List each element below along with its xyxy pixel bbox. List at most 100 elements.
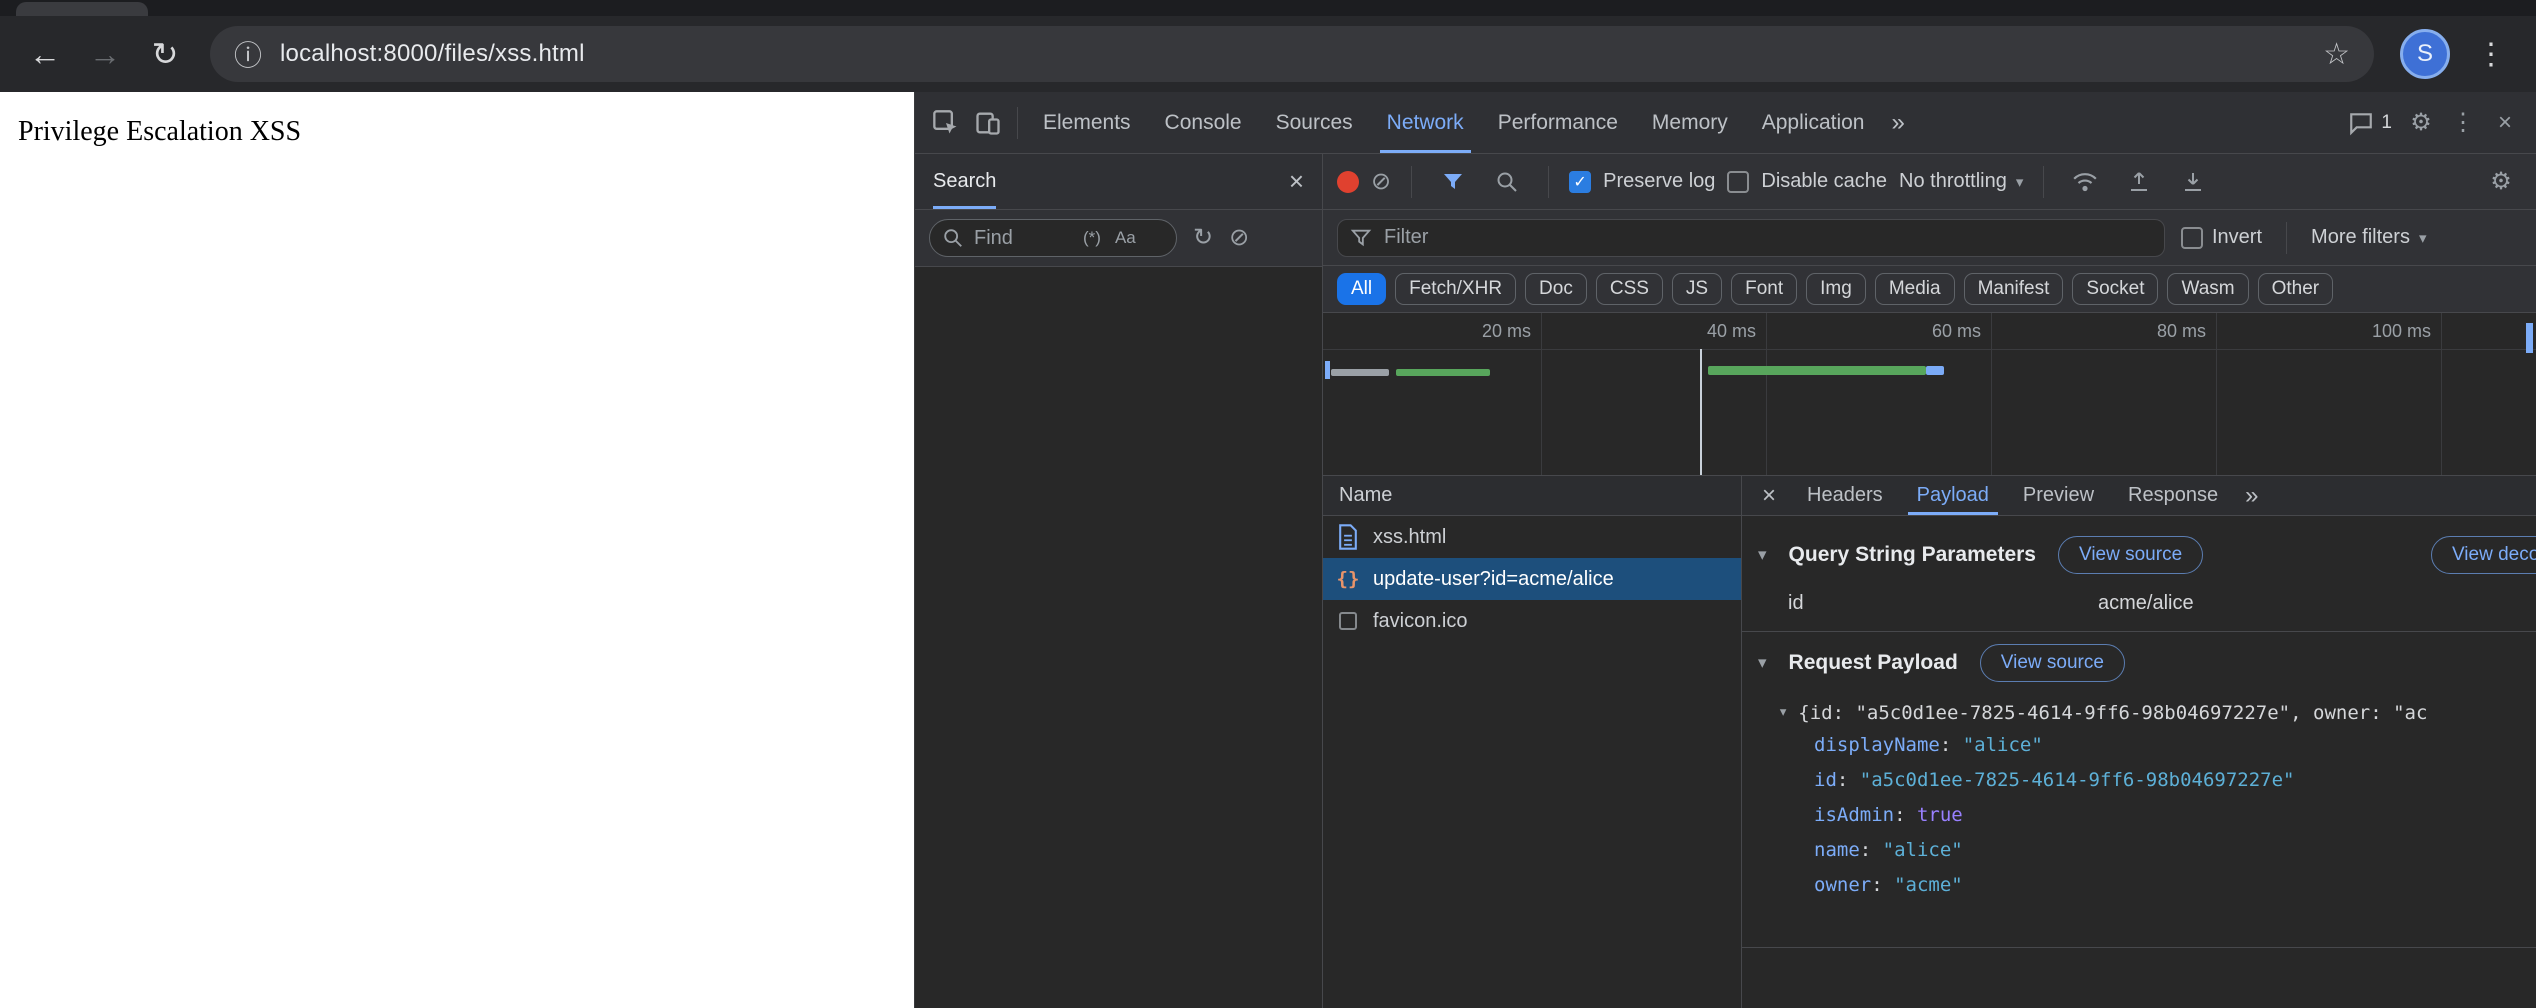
more-tabs-icon[interactable]: » [1881,109,1914,137]
reload-icon[interactable]: ↻ [138,27,192,81]
json-property[interactable]: isAdmin: true [1814,798,2520,833]
name-column-header[interactable]: Name [1323,476,1741,516]
tab-application[interactable]: Application [1745,92,1882,153]
request-name: favicon.ico [1373,609,1468,632]
page-title: Privilege Escalation XSS [18,116,302,147]
devtools-close-icon[interactable]: × [2484,102,2526,144]
view-source-button[interactable]: View source [1979,644,2125,682]
details-close-icon[interactable]: × [1748,482,1790,510]
address-bar[interactable]: ⓘ localhost:8000/files/xss.html ☆ [210,26,2374,82]
payload-content: ▾ Query String Parameters View source Vi… [1742,516,2536,1008]
network-conditions-icon[interactable] [2064,161,2106,203]
request-name: xss.html [1373,525,1447,548]
browser-chrome: ← → ↻ ⓘ localhost:8000/files/xss.html ☆ … [0,0,2536,92]
pill-font[interactable]: Font [1731,273,1798,305]
network-settings-icon[interactable]: ⚙ [2480,161,2522,203]
details-tabbar: × Headers Payload Preview Response » [1742,476,2536,516]
find-field[interactable]: (*) Aa [929,219,1177,257]
filter-field[interactable] [1337,218,2165,257]
profile-avatar[interactable]: S [2400,29,2450,79]
search-refresh-icon[interactable]: ↻ [1193,226,1213,250]
tab-memory[interactable]: Memory [1635,92,1745,153]
param-key: id [1788,592,1804,614]
time-label: 80 ms [2156,321,2206,341]
pill-js[interactable]: JS [1671,273,1723,305]
match-case-toggle[interactable]: Aa [1112,226,1139,250]
tab-console[interactable]: Console [1148,92,1259,153]
devtools-menu-icon[interactable]: ⋮ [2442,102,2484,144]
pill-fetch-xhr[interactable]: Fetch/XHR [1395,273,1517,305]
search-results-area [915,267,1322,1008]
tab-headers[interactable]: Headers [1790,476,1900,515]
request-row[interactable]: favicon.ico [1323,600,1741,642]
json-root-line[interactable]: ▾ {id: "a5c0d1ee-7825-4614-9ff6-98b04697… [1742,694,2536,724]
devtools-settings-icon[interactable]: ⚙ [2400,102,2442,144]
site-info-icon[interactable]: ⓘ [234,34,262,74]
pill-manifest[interactable]: Manifest [1963,273,2064,305]
pill-other[interactable]: Other [2257,273,2334,305]
network-search-icon[interactable] [1486,161,1528,203]
tab-response[interactable]: Response [2111,476,2235,515]
pill-socket[interactable]: Socket [2072,273,2159,305]
tab-elements[interactable]: Elements [1026,92,1148,153]
invert-checkbox-group[interactable]: Invert [2181,226,2262,249]
json-property[interactable]: id: "a5c0d1ee-7825-4614-9ff6-98b04697227… [1814,763,2520,798]
request-row-selected[interactable]: {} update-user?id=acme/alice [1323,558,1741,600]
tab-sources[interactable]: Sources [1259,92,1370,153]
search-clear-icon[interactable]: ⊘ [1229,226,1249,250]
json-property[interactable]: owner: "acme" [1814,868,2520,903]
chevron-down-icon: ▾ [2015,173,2024,191]
view-source-button[interactable]: View source [2057,536,2204,574]
pill-img[interactable]: Img [1806,273,1866,305]
regex-toggle[interactable]: (*) [1080,226,1104,250]
filter-input[interactable] [1382,225,2152,250]
tab-payload[interactable]: Payload [1900,476,2006,515]
device-toolbar-icon[interactable] [967,102,1009,144]
grid-line [1766,313,1767,475]
more-details-tabs-icon[interactable]: » [2235,482,2268,510]
more-filters-dropdown[interactable]: More filters ▾ [2311,226,2426,249]
disable-cache-checkbox[interactable] [1727,170,1750,193]
network-overview[interactable]: 20 ms 40 ms 60 ms 80 ms 100 ms [1323,313,2536,476]
json-property[interactable]: name: "alice" [1814,833,2520,868]
tab-performance[interactable]: Performance [1481,92,1635,153]
pill-css[interactable]: CSS [1595,273,1663,305]
url-text[interactable]: localhost:8000/files/xss.html [280,40,2305,68]
bookmark-star-icon[interactable]: ☆ [2323,37,2350,72]
network-panel: ⊘ ✓ Preserve log Disable cache No thrott… [1323,154,2536,1008]
preserve-log-checkbox[interactable]: ✓ [1569,170,1592,193]
record-icon[interactable] [1337,170,1359,193]
find-input[interactable] [972,225,1072,251]
selection-handle[interactable] [1325,361,1330,379]
request-row[interactable]: xss.html [1323,516,1741,558]
import-har-icon[interactable] [2172,161,2214,203]
filter-icon[interactable] [1432,161,1474,203]
tab-network[interactable]: Network [1370,92,1481,153]
generic-file-icon [1335,612,1361,630]
inspect-icon[interactable] [925,102,967,144]
issues-indicator[interactable]: 1 [2340,110,2400,136]
pill-doc[interactable]: Doc [1525,273,1587,305]
collapse-icon[interactable]: ▾ [1758,545,1767,565]
pill-wasm[interactable]: Wasm [2167,273,2249,305]
waterfall-bar-selected [1708,366,1926,375]
export-har-icon[interactable] [2118,161,2160,203]
view-decoded-button[interactable]: View decoded [2430,536,2536,574]
invert-checkbox[interactable] [2181,226,2203,249]
clear-network-log-icon[interactable]: ⊘ [1371,169,1391,194]
collapse-icon[interactable]: ▾ [1758,653,1767,673]
network-toolbar: ⊘ ✓ Preserve log Disable cache No thrott… [1323,154,2536,210]
pill-media[interactable]: Media [1874,273,1955,305]
back-icon[interactable]: ← [18,27,72,81]
browser-tab[interactable] [16,2,148,16]
browser-menu-icon[interactable]: ⋮ [2464,37,2518,72]
json-property[interactable]: displayName: "alice" [1814,728,2520,763]
tab-preview[interactable]: Preview [2006,476,2111,515]
throttling-dropdown[interactable]: No throttling ▾ [1899,170,2023,193]
requests-table: Name xss.html {} update-user?id=acme/ali… [1323,476,1742,1008]
forward-icon[interactable]: → [78,27,132,81]
collapse-icon[interactable]: ▾ [1778,702,1788,724]
search-close-icon[interactable]: × [1289,166,1304,197]
pill-all[interactable]: All [1337,273,1387,305]
json-preview: {id: "a5c0d1ee-7825-4614-9ff6-98b0469722… [1798,702,2428,724]
